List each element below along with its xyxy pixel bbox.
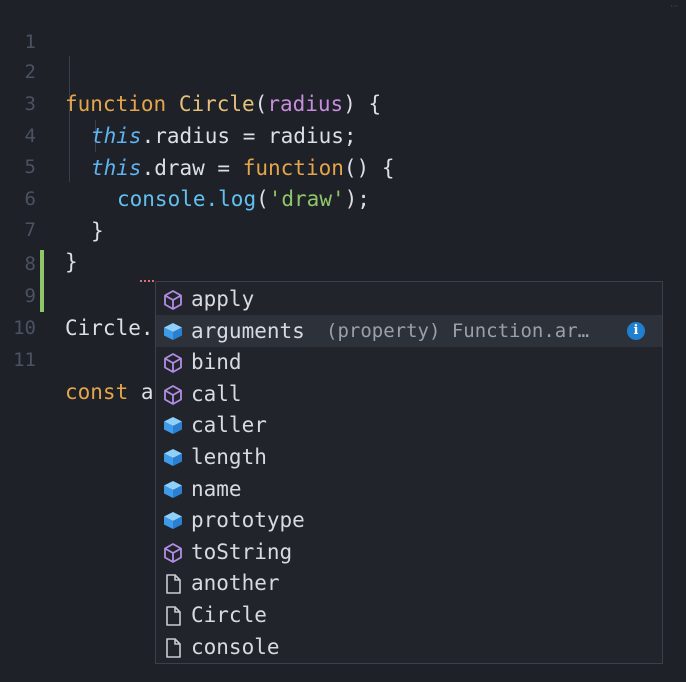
code-line-7[interactable]: 7 }	[0, 182, 686, 274]
suggestion-detail: (property) Function.ar…	[326, 319, 590, 342]
code-line-4[interactable]: 4 this.draw = function() {	[0, 88, 686, 180]
code-text: const a	[65, 380, 154, 404]
code-line-8[interactable]: 8	[0, 216, 686, 275]
suggestion-item[interactable]: length	[156, 441, 662, 473]
suggestion-item[interactable]: Circle	[156, 599, 662, 631]
suggestion-label: bind	[191, 350, 242, 375]
suggestion-label: apply	[191, 287, 255, 311]
suggestion-label: arguments	[191, 318, 305, 343]
autocomplete-popup[interactable]: apply arguments (property) Function.ar… i bi…	[155, 281, 663, 664]
code-line-6[interactable]: 6 }	[0, 151, 686, 243]
property-icon	[164, 512, 182, 530]
suggestion-label: prototype	[191, 508, 305, 533]
suggestion-item[interactable]: another	[156, 567, 662, 599]
suggestion-label: call	[191, 381, 242, 406]
method-icon	[164, 384, 182, 405]
suggestion-label: caller	[191, 413, 267, 438]
code-line-2[interactable]: 2 function Circle(radius) {	[0, 24, 686, 116]
suggestion-item[interactable]: apply	[156, 283, 662, 315]
code-line-9[interactable]: 9 Circle.	[0, 248, 686, 342]
property-icon	[164, 417, 182, 435]
error-squiggle	[140, 276, 154, 282]
suggestion-label: Circle	[191, 603, 267, 627]
text-icon	[166, 574, 181, 595]
suggestion-label: toString	[191, 539, 293, 564]
suggestion-item[interactable]: arguments (property) Function.ar… i	[156, 314, 662, 347]
property-icon	[164, 322, 182, 340]
text-icon	[166, 637, 181, 658]
property-icon	[164, 480, 182, 498]
suggestion-item[interactable]: prototype	[156, 504, 662, 536]
code-line-3[interactable]: 3 this.radius = radius;	[0, 56, 686, 148]
suggestion-label: console	[191, 634, 280, 659]
code-line-1[interactable]: 1	[0, 0, 686, 53]
code-editor[interactable]: ··· 1 2 function Circle(radius) { 3 this…	[0, 0, 686, 682]
suggestion-item[interactable]: bind	[156, 346, 662, 378]
suggestion-item[interactable]: toString	[156, 536, 662, 568]
suggestion-label: name	[191, 476, 242, 501]
suggestion-item[interactable]: caller	[156, 409, 662, 441]
suggestion-label: length	[191, 445, 267, 469]
line-number: 11	[13, 349, 36, 371]
suggestion-item[interactable]: call	[156, 378, 662, 410]
method-icon	[164, 290, 182, 310]
property-icon	[164, 449, 182, 466]
suggestion-item[interactable]: console	[156, 631, 662, 663]
method-icon	[164, 353, 182, 374]
text-icon	[166, 606, 181, 626]
info-icon[interactable]: i	[627, 321, 645, 340]
suggestion-label: another	[191, 571, 280, 596]
method-icon	[164, 542, 182, 563]
code-line-5[interactable]: 5 console.log('draw');	[0, 119, 686, 211]
suggestion-item[interactable]: name	[156, 473, 662, 505]
